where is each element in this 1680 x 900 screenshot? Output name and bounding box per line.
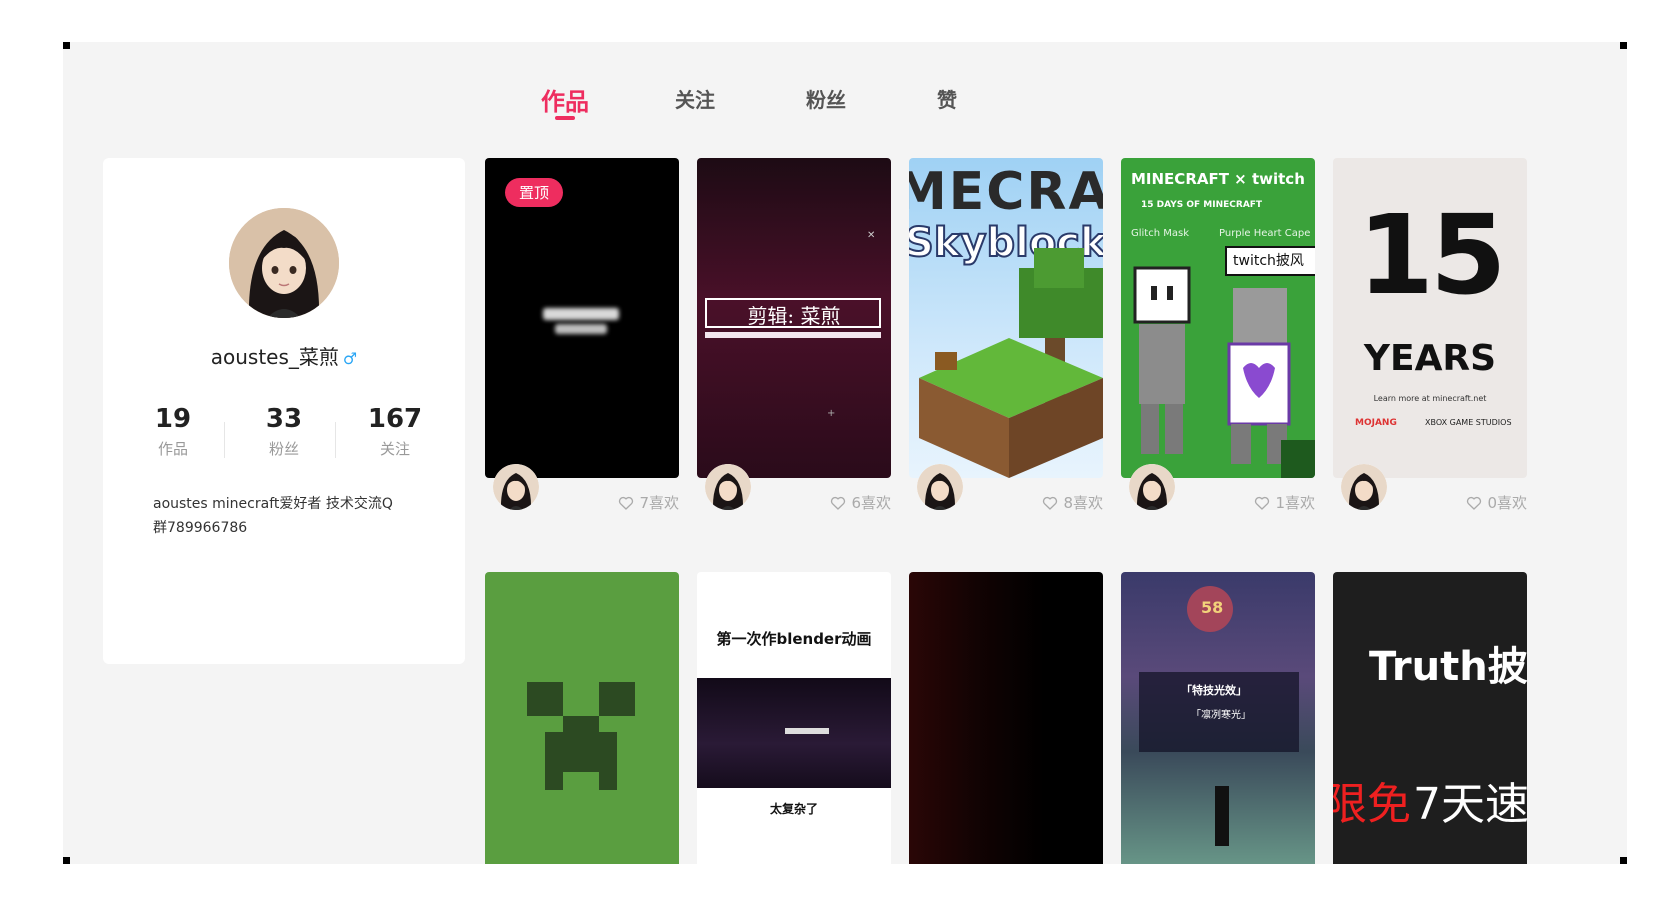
work-thumbnail[interactable]: 置顶: [485, 158, 679, 478]
work-thumbnail[interactable]: 剪辑: 菜煎 ✕ +: [697, 158, 891, 478]
frame-corner: [63, 42, 70, 49]
profile-page: 作品 关注 粉丝 赞 aoustes_菜煎 ♂ 19 作品 33 粉丝 167 …: [63, 42, 1627, 864]
author-avatar[interactable]: [1341, 464, 1387, 510]
tab-works[interactable]: 作品: [541, 82, 589, 120]
author-avatar[interactable]: [917, 464, 963, 510]
stat-followers[interactable]: 33 粉丝: [224, 404, 344, 459]
heart-icon: [619, 496, 634, 510]
tab-followers[interactable]: 粉丝: [806, 84, 846, 113]
heart-icon: [1467, 496, 1482, 510]
like-count[interactable]: 1喜欢: [1253, 492, 1315, 513]
profile-stats: 19 作品 33 粉丝 167 关注: [113, 404, 455, 464]
stat-works[interactable]: 19 作品: [113, 404, 233, 459]
work-thumbnail[interactable]: [485, 572, 679, 864]
username: aoustes_菜煎: [210, 345, 339, 369]
frame-corner: [63, 857, 70, 864]
stat-following[interactable]: 167 关注: [335, 404, 455, 459]
tab-likes[interactable]: 赞: [937, 84, 957, 113]
work-thumbnail[interactable]: 15 YEARS Learn more at minecraft.net MOJ…: [1333, 158, 1527, 478]
username-row: aoustes_菜煎 ♂: [103, 341, 465, 370]
author-avatar[interactable]: [705, 464, 751, 510]
active-tab-indicator: [555, 116, 575, 120]
male-gender-icon: ♂: [342, 349, 358, 368]
avatar[interactable]: [229, 208, 339, 318]
work-thumbnail[interactable]: MINECRAFT × twitch 15 DAYS OF MINECRAFT …: [1121, 158, 1315, 478]
work-thumbnail[interactable]: 58 「特技光效」 「凛冽寒光」: [1121, 572, 1315, 864]
author-avatar[interactable]: [493, 464, 539, 510]
frame-corner: [1620, 42, 1627, 49]
work-thumbnail[interactable]: 第一次作blender动画 太复杂了: [697, 572, 891, 864]
tab-following[interactable]: 关注: [675, 84, 715, 113]
author-avatar[interactable]: [1129, 464, 1175, 510]
profile-card: aoustes_菜煎 ♂ 19 作品 33 粉丝 167 关注 aoustes m…: [103, 158, 465, 664]
frame-corner: [1620, 857, 1627, 864]
like-count[interactable]: 8喜欢: [1041, 492, 1103, 513]
heart-icon: [1255, 496, 1270, 510]
like-count[interactable]: 6喜欢: [829, 492, 891, 513]
heart-icon: [1043, 496, 1058, 510]
profile-bio: aoustes minecraft爱好者 技术交流Q 群789966786: [153, 496, 393, 536]
work-thumbnail[interactable]: Truth披 限免 7天速: [1333, 572, 1527, 864]
heart-icon: [831, 496, 846, 510]
pinned-badge: 置顶: [505, 178, 564, 207]
tab-bar: 作品 关注 粉丝 赞: [63, 42, 1627, 132]
like-count[interactable]: 7喜欢: [617, 492, 679, 513]
work-thumbnail[interactable]: MECRA Skyblock: [909, 158, 1103, 478]
work-thumbnail[interactable]: [909, 572, 1103, 864]
like-count[interactable]: 0喜欢: [1465, 492, 1527, 513]
